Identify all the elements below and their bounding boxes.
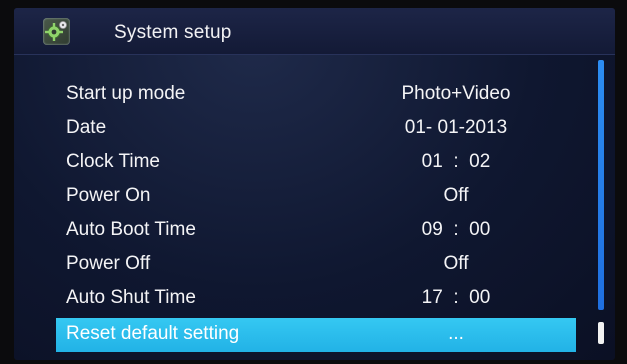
menu-item-date[interactable]: Date 01- 01-2013	[56, 112, 576, 146]
menu-item-label: Auto Boot Time	[66, 219, 196, 240]
menu-item-value: 09 : 00	[421, 219, 491, 240]
page-title: System setup	[114, 22, 232, 43]
menu-item-clock-time[interactable]: Clock Time 01 : 02	[56, 146, 576, 180]
menu-item-label: Clock Time	[66, 151, 160, 172]
scrollbar-end-marker	[598, 322, 604, 344]
menu-item-label: Reset default setting	[66, 323, 240, 344]
menu-item-value: Off	[443, 253, 469, 274]
menu-item-label: Start up mode	[66, 83, 186, 104]
menu-item-value: 01 : 02	[421, 151, 491, 172]
menu-item-value: 17 : 00	[421, 287, 491, 308]
gear-settings-icon	[43, 18, 70, 45]
menu-item-power-off[interactable]: Power Off Off	[56, 248, 576, 282]
scrollbar-thumb[interactable]	[598, 60, 604, 310]
menu-item-label: Power Off	[66, 253, 151, 274]
menu-item-start-up-mode[interactable]: Start up mode Photo+Video	[56, 78, 576, 112]
screen-header: System setup	[14, 8, 615, 55]
menu-item-reset-default-setting[interactable]: Reset default setting ...	[56, 318, 576, 352]
menu-item-value: Photo+Video	[401, 83, 511, 104]
menu-item-value: 01- 01-2013	[404, 117, 508, 138]
device-screen: System setup Start up mode Photo+Video D…	[14, 8, 615, 360]
menu-item-label: Auto Shut Time	[66, 287, 196, 308]
menu-item-power-on[interactable]: Power On Off	[56, 180, 576, 214]
menu-item-label: Power On	[66, 185, 151, 206]
menu-scrollbar[interactable]	[598, 60, 604, 346]
menu-item-label: Date	[66, 117, 107, 138]
menu-item-value: Off	[443, 185, 469, 206]
menu-item-auto-boot-time[interactable]: Auto Boot Time 09 : 00	[56, 214, 576, 248]
menu-item-auto-shut-time[interactable]: Auto Shut Time 17 : 00	[56, 282, 576, 316]
menu-item-value: ...	[448, 323, 464, 344]
